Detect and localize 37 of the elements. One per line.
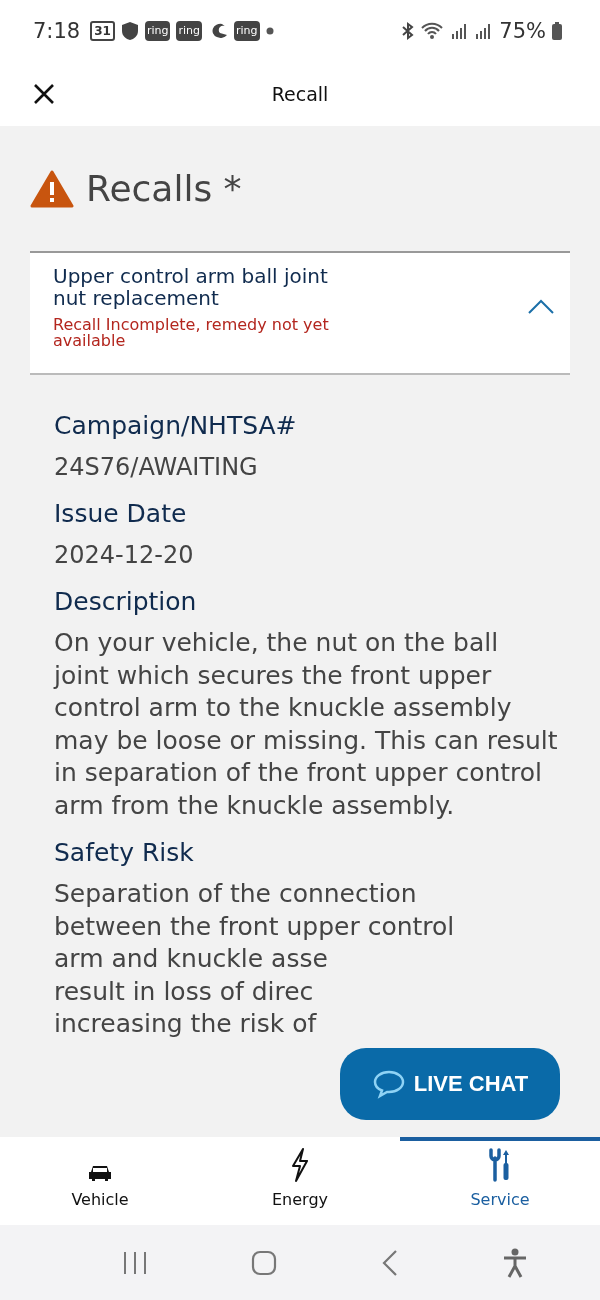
close-icon[interactable] xyxy=(33,83,55,105)
detail-label: Campaign/NHTSA# xyxy=(54,410,298,442)
status-time: 7:18 xyxy=(33,19,81,43)
detail-label: Description xyxy=(54,586,198,618)
detail-paragraph: On your vehicle, the nut on the ball joint which secures the front upper control arm to the knuckle assembly may be loose or missing. This can result in separation of the front upper control arm from the knuckle assembly. xyxy=(54,627,559,822)
paragraph-line: between the front upper control xyxy=(54,910,456,943)
chevron-icon[interactable] xyxy=(528,299,554,315)
home-icon[interactable] xyxy=(251,1249,278,1276)
live-chat-button[interactable]: LIVE CHAT xyxy=(340,1048,560,1120)
detail-label: Safety Risk xyxy=(54,837,195,869)
shield-icon xyxy=(120,21,139,41)
app-notification-icon: ring xyxy=(233,21,260,41)
recall-title: Upper control arm ball joint nut replacement xyxy=(53,265,329,309)
recent-apps-icon[interactable] xyxy=(121,1249,148,1276)
recall-card[interactable]: Upper control arm ball joint nut replacement Recall Incomplete, remedy not yet available xyxy=(30,251,570,375)
screen-title: Recall xyxy=(271,83,329,105)
paragraph-line: Separation of the connection xyxy=(54,878,418,910)
calendar-icon: 31 xyxy=(90,21,115,41)
detail-value: 24S76/AWAITING xyxy=(54,452,259,483)
back-icon[interactable] xyxy=(380,1248,399,1277)
recall-status: Recall Incomplete, remedy not yet available xyxy=(53,317,330,349)
detail-label: Issue Date xyxy=(54,498,188,530)
battery-percent: 75% xyxy=(499,19,546,43)
bluetooth-icon xyxy=(401,22,416,40)
app-notification-icon: ring xyxy=(144,21,171,41)
battery-icon xyxy=(552,22,562,40)
dot-icon xyxy=(265,27,274,35)
paragraph-line: result in loss of direc xyxy=(54,975,315,1008)
tools-icon xyxy=(488,1148,512,1182)
chat-bubble-icon xyxy=(371,1069,406,1099)
paragraph-line: arm and knuckle asse xyxy=(54,943,329,975)
paragraph-line: increasing the risk of xyxy=(54,1008,318,1040)
detail-value: 2024-12-20 xyxy=(54,540,195,571)
page-title: Recalls * xyxy=(86,168,242,209)
warning-icon xyxy=(30,169,74,208)
accessibility-icon[interactable] xyxy=(502,1247,529,1278)
app-notification-icon: ring xyxy=(176,21,202,41)
